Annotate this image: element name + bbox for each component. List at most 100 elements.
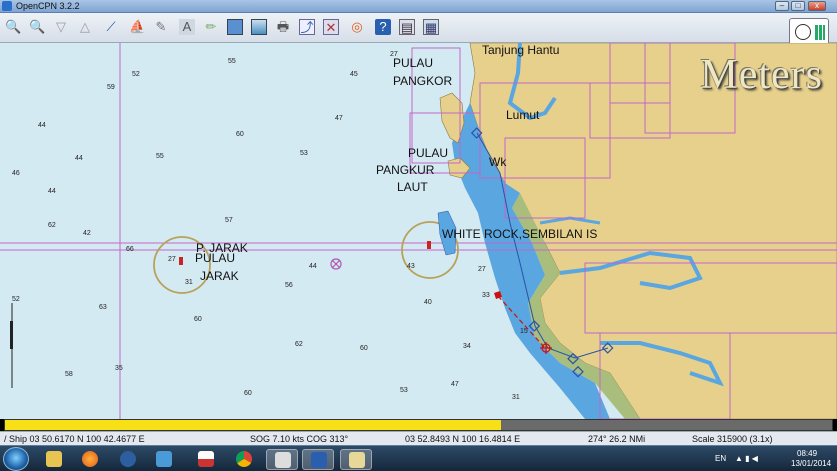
sounding: 62 <box>48 222 56 229</box>
sounding: 59 <box>107 84 115 91</box>
place-pulau-pangkor-2: PANGKOR <box>393 74 452 88</box>
place-tanjung-hantu: Tanjung Hantu <box>482 43 559 57</box>
cursor-position: 03 52.8493 N 100 16.4814 E <box>405 434 521 444</box>
settings-button[interactable]: ✎ <box>150 16 172 40</box>
track-icon: ✕ <box>323 19 339 35</box>
sounding: 62 <box>295 341 303 348</box>
folder-icon <box>46 451 62 467</box>
route-button[interactable]: ⟋ <box>100 16 122 40</box>
window-title-bar: OpenCPN 3.2.2 – □ x <box>0 0 837 13</box>
start-button[interactable] <box>3 447 29 471</box>
about-button[interactable]: ▦ <box>420 16 442 40</box>
sounding: 15 <box>520 328 528 335</box>
mail-icon <box>156 451 172 467</box>
chart-info-icon: ▤ <box>399 19 415 35</box>
sounding: 44 <box>48 188 56 195</box>
quilt-button[interactable]: ✏ <box>200 16 222 40</box>
chart-info-button[interactable]: ▤ <box>396 16 418 40</box>
scale-out-icon: △ <box>80 19 90 34</box>
lighthouse-jarak <box>179 257 183 265</box>
scale-in-button[interactable]: ▽ <box>50 16 72 40</box>
sounding: 31 <box>185 279 193 286</box>
sounding: 58 <box>65 371 73 378</box>
route-manager-button[interactable]: ⤴ <box>296 16 318 40</box>
word-icon <box>311 452 327 468</box>
sailboat-icon <box>198 451 214 467</box>
zoom-in-button[interactable]: 🔍 <box>2 16 24 40</box>
place-lumut: Lumut <box>506 108 540 122</box>
task-opencpn[interactable] <box>190 449 222 470</box>
sounding: 27 <box>478 266 486 273</box>
sounding: 55 <box>156 153 164 160</box>
sounding: 56 <box>285 282 293 289</box>
sounding: 46 <box>12 170 20 177</box>
firefox-icon <box>82 451 98 467</box>
pencil-icon: ✏ <box>205 19 217 34</box>
zoom-out-button[interactable]: 🔍 <box>26 16 48 40</box>
sounding: 27 <box>168 256 176 263</box>
help-icon: ? <box>375 19 391 35</box>
sounding: 44 <box>75 155 83 162</box>
mob-button[interactable]: ◎ <box>346 16 368 40</box>
speed-course: SOG 7.10 kts COG 313° <box>250 434 349 444</box>
sounding: 57 <box>225 217 233 224</box>
sounding: 47 <box>451 381 459 388</box>
compass-widget[interactable] <box>789 18 829 46</box>
sounding: 60 <box>194 316 202 323</box>
sounding: 33 <box>482 292 490 299</box>
sounding: 31 <box>512 394 520 401</box>
task-firefox[interactable] <box>74 449 106 470</box>
help-button[interactable]: ? <box>372 16 394 40</box>
track-button[interactable]: ✕ <box>320 16 342 40</box>
zoom-in-icon: 🔍 <box>5 19 22 34</box>
sounding: 52 <box>132 71 140 78</box>
auto-follow-button[interactable]: ⛵ <box>126 16 148 40</box>
sounding: 52 <box>12 296 20 303</box>
close-button[interactable]: x <box>808 1 826 11</box>
place-pulau-pangkor: PULAU <box>393 56 433 70</box>
sounding: 53 <box>300 150 308 157</box>
sounding: 44 <box>38 122 46 129</box>
clock-date[interactable]: 13/01/2014 <box>791 459 831 468</box>
chart-bar[interactable] <box>4 419 833 431</box>
main-toolbar: 🔍 🔍 ▽ △ ⟋ ⛵ ✎ A ✏ 🖶 ⤴ ✕ ◎ ? ▤ ▦ <box>0 13 837 46</box>
sounding: 43 <box>407 263 415 270</box>
sounding: 45 <box>350 71 358 78</box>
language-indicator[interactable]: EN <box>715 454 726 463</box>
task-vlc[interactable] <box>112 449 144 470</box>
task-media[interactable] <box>266 449 298 470</box>
task-chrome[interactable] <box>228 449 260 470</box>
window-icon <box>227 19 243 35</box>
task-word[interactable] <box>302 449 334 470</box>
sounding: 66 <box>126 246 134 253</box>
chart-canvas[interactable]: 52 55 59 45 44 60 47 46 44 55 53 62 44 4… <box>0 43 837 419</box>
chart-bar-fill <box>5 420 502 430</box>
maximize-button[interactable]: □ <box>791 1 805 11</box>
task-mail[interactable] <box>148 449 180 470</box>
lighthouse-white-rock <box>427 241 431 249</box>
print-button[interactable]: 🖶 <box>272 16 294 40</box>
route-icon: ⟋ <box>106 19 116 34</box>
minimize-button[interactable]: – <box>775 1 789 11</box>
sounding: 55 <box>228 58 236 65</box>
bearing-distance: 274° 26.2 NMi <box>588 434 646 444</box>
scale-out-button[interactable]: △ <box>74 16 96 40</box>
window-title: OpenCPN 3.2.2 <box>16 1 80 11</box>
sounding: 60 <box>360 345 368 352</box>
sounding: 60 <box>244 390 252 397</box>
sounding: 63 <box>99 304 107 311</box>
zoom-out-icon: 🔍 <box>29 19 46 34</box>
place-pulau-jarak-2: JARAK <box>200 269 239 283</box>
sounding: 42 <box>83 230 91 237</box>
place-white-rock: WHITE ROCK,SEMBILAN IS <box>442 227 597 241</box>
task-explorer[interactable] <box>38 449 70 470</box>
clock-time[interactable]: 08:49 <box>797 449 817 458</box>
sounding: 53 <box>400 387 408 394</box>
tray-icons[interactable]: ▲ ▮ ◀ <box>735 454 758 463</box>
text-button[interactable]: A <box>176 16 198 40</box>
task-notes[interactable] <box>340 449 372 470</box>
current-button[interactable] <box>224 16 246 40</box>
tide-button[interactable] <box>248 16 270 40</box>
depth-units-label: Meters <box>700 52 823 98</box>
compass-icon <box>795 24 811 40</box>
